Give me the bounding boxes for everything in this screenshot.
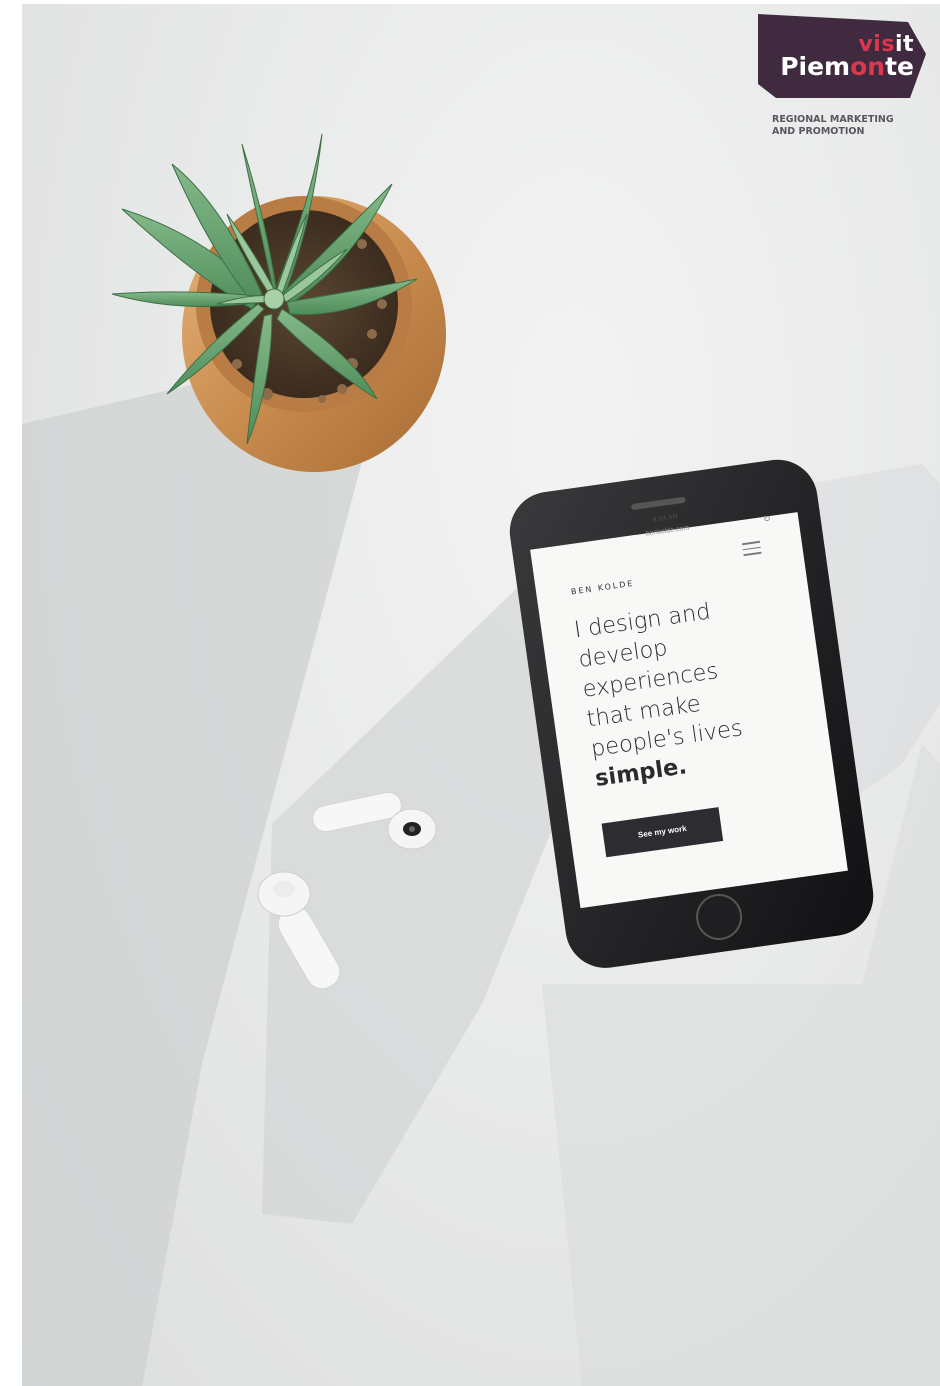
logo-piemonte-text: Piemonte xyxy=(780,52,914,81)
reload-icon[interactable]: ↻ xyxy=(763,513,772,525)
logo-tagline: REGIONAL MARKETING AND PROMOTION xyxy=(772,114,932,138)
tagline-line: AND PROMOTION xyxy=(772,126,865,137)
headline: I design and develop experiences that ma… xyxy=(572,588,795,794)
site-name: BEN KOLDE xyxy=(570,578,635,597)
tagline-line: REGIONAL MARKETING xyxy=(772,114,894,125)
see-my-work-button[interactable]: See my work xyxy=(601,807,724,858)
photo: 9:54 AM benkolde.com ↻ BEN KOLDE I desig… xyxy=(22,4,940,1386)
cta-label: See my work xyxy=(637,823,688,840)
visit-piemonte-logo: visit Piemonte REGIONAL MARKETING AND PR… xyxy=(758,14,926,144)
hamburger-menu-icon[interactable] xyxy=(741,540,762,556)
phone-screen: 9:54 AM benkolde.com ↻ BEN KOLDE I desig… xyxy=(542,494,842,905)
